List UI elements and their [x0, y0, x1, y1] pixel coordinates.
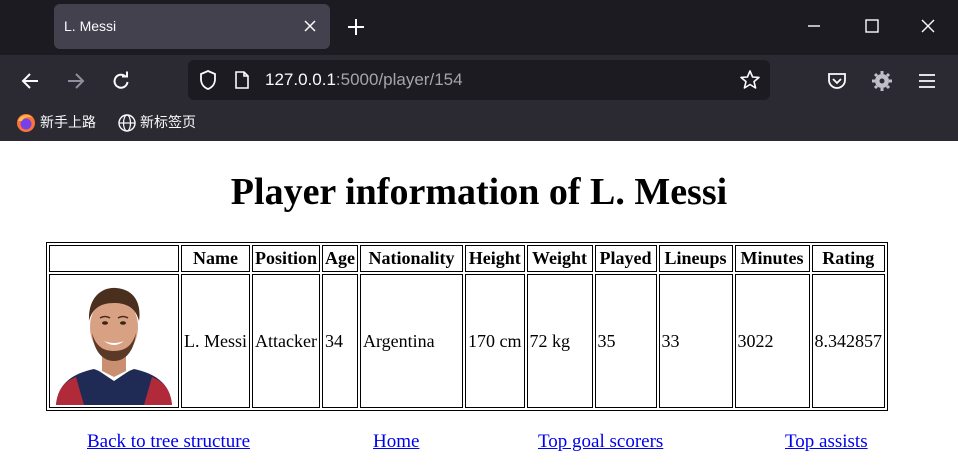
cell-name: L. Messi: [181, 274, 250, 408]
header-age: Age: [322, 245, 359, 272]
header-height: Height: [465, 245, 525, 272]
menu-hamburger-icon[interactable]: [916, 70, 938, 92]
player-info-table: Name Position Age Nationality Height Wei…: [46, 242, 889, 411]
top-assists-link[interactable]: Top assists: [785, 431, 868, 453]
back-arrow-icon[interactable]: [20, 70, 42, 92]
page-icon[interactable]: [232, 70, 252, 90]
header-played: Played: [594, 245, 657, 272]
page-title: Player information of L. Messi: [230, 171, 728, 213]
header-weight: Weight: [526, 245, 593, 272]
header-photo: [49, 245, 179, 272]
url-host: 127.0.0.1: [265, 70, 336, 89]
cell-minutes: 3022: [734, 274, 810, 408]
browser-titlebar: L. Messi: [0, 0, 958, 55]
close-tab-icon[interactable]: [302, 18, 318, 34]
maximize-window-icon[interactable]: [864, 18, 880, 34]
bookmark-star-icon[interactable]: [739, 69, 761, 91]
header-nationality: Nationality: [360, 245, 464, 272]
player-photo: [54, 277, 174, 405]
top-goal-scorers-link[interactable]: Top goal scorers: [538, 431, 663, 453]
header-lineups: Lineups: [658, 245, 733, 272]
reload-icon[interactable]: [110, 70, 132, 92]
url-text[interactable]: 127.0.0.1:5000/player/154: [265, 60, 463, 100]
extensions-gear-icon[interactable]: [871, 70, 893, 92]
address-bar[interactable]: 127.0.0.1:5000/player/154: [188, 60, 770, 100]
header-minutes: Minutes: [734, 245, 810, 272]
new-tab-icon[interactable]: [346, 17, 366, 37]
header-rating: Rating: [811, 245, 886, 272]
cell-nationality: Argentina: [360, 274, 464, 408]
bookmark-item-getting-started[interactable]: 新手上路: [40, 106, 96, 141]
cell-weight: 72 kg: [526, 274, 593, 408]
table-row: L. Messi Attacker 34 Argentina 170 cm 72…: [49, 274, 886, 408]
pocket-icon[interactable]: [826, 70, 848, 92]
minimize-window-icon[interactable]: [806, 18, 822, 34]
url-path: :5000/player/154: [335, 70, 463, 89]
forward-arrow-icon[interactable]: [64, 70, 86, 92]
close-window-icon[interactable]: [920, 18, 936, 34]
firefox-icon: [17, 114, 35, 132]
cell-height: 170 cm: [465, 274, 525, 408]
cell-lineups: 33: [658, 274, 733, 408]
header-position: Position: [252, 245, 321, 272]
footer-links: Back to tree structure Home Top goal sco…: [0, 431, 958, 457]
bookmark-item-new-tab[interactable]: 新标签页: [140, 106, 196, 141]
cell-position: Attacker: [252, 274, 321, 408]
table-header-row: Name Position Age Nationality Height Wei…: [49, 245, 886, 272]
back-to-tree-link[interactable]: Back to tree structure: [87, 431, 250, 453]
globe-icon: [118, 114, 136, 132]
header-name: Name: [181, 245, 250, 272]
cell-played: 35: [594, 274, 657, 408]
bookmarks-toolbar: 新手上路 新标签页: [0, 106, 958, 141]
cell-age: 34: [322, 274, 359, 408]
browser-tab-active[interactable]: L. Messi: [54, 4, 330, 49]
cell-rating: 8.342857: [811, 274, 886, 408]
photo-cell: [49, 274, 179, 408]
tab-title: L. Messi: [64, 18, 117, 34]
browser-navbar: 127.0.0.1:5000/player/154: [0, 55, 958, 106]
home-link[interactable]: Home: [373, 431, 419, 453]
shield-icon[interactable]: [197, 69, 219, 91]
page-content: Player information of L. Messi Name Posi…: [0, 141, 958, 468]
